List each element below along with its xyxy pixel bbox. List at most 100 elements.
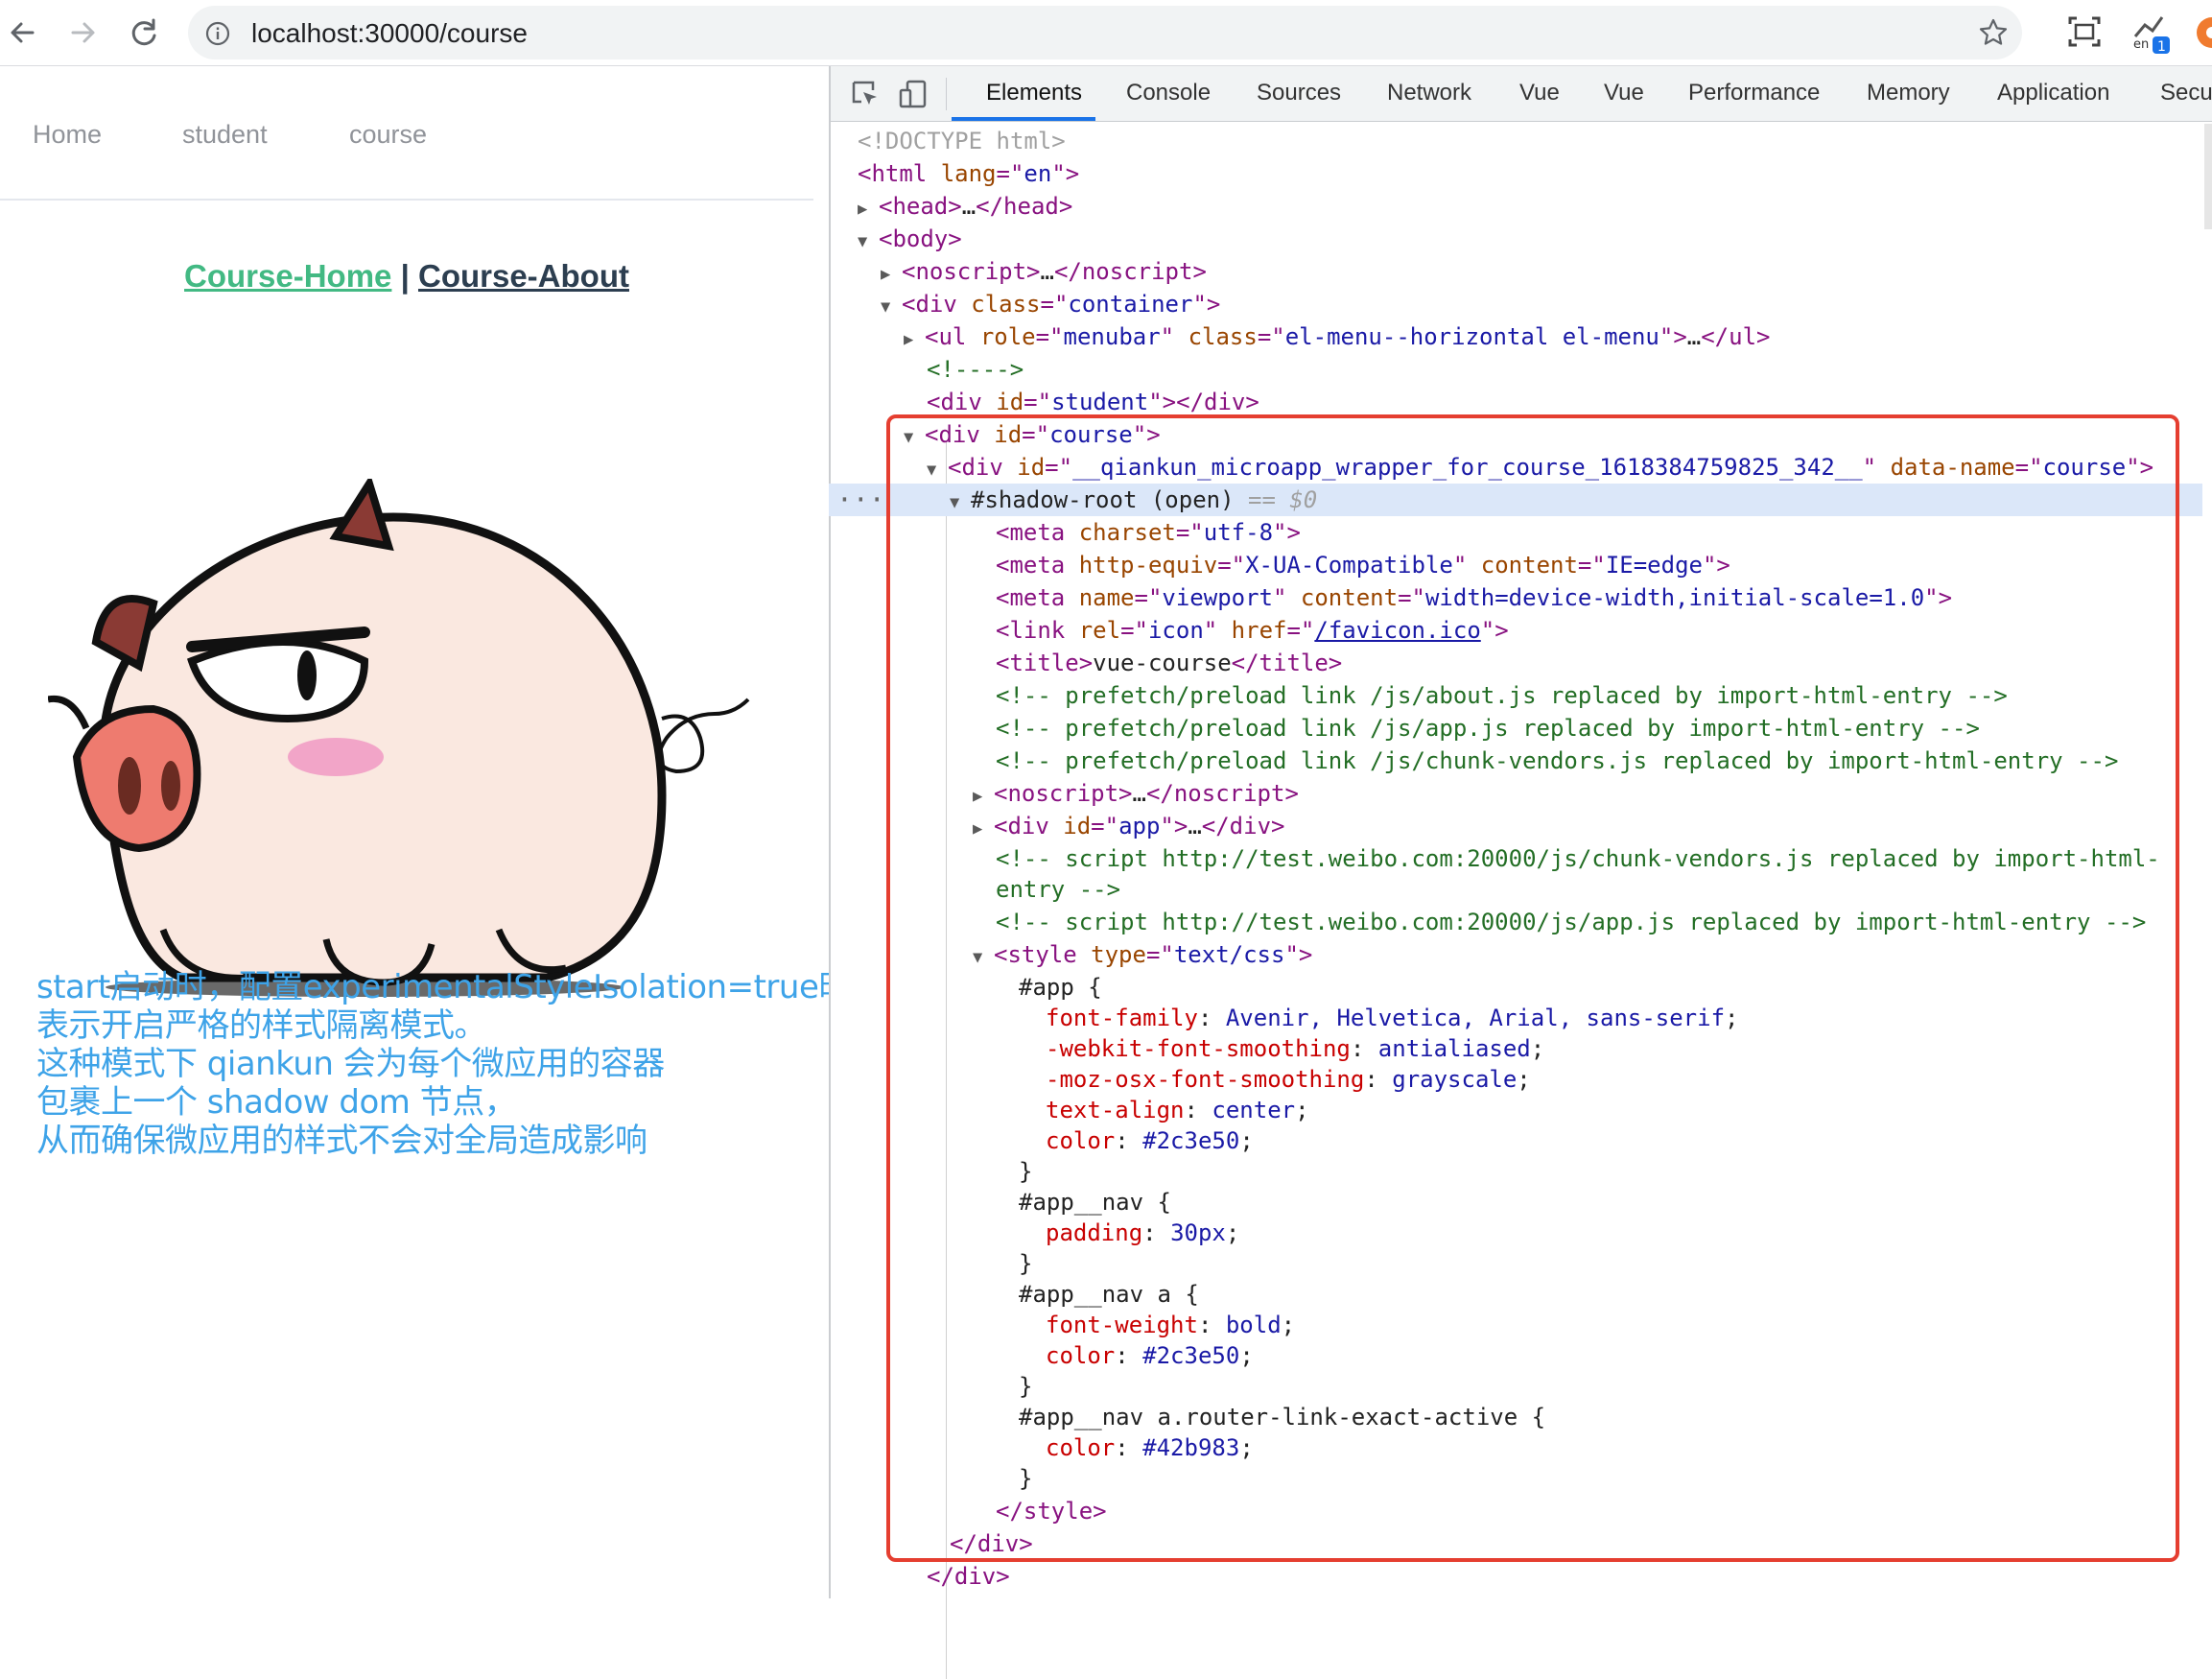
tab-elements[interactable]: Elements <box>986 80 1082 106</box>
meta-http-equiv-node[interactable]: <meta http-equiv="X-UA-Compatible" conte… <box>996 549 1730 581</box>
tab-vue-2[interactable]: Vue <box>1604 80 1644 106</box>
css-rule-app-nav: #app__nav { <box>1019 1189 1171 1216</box>
svg-text:1: 1 <box>2157 39 2166 55</box>
note-line-2: 表示开启严格的样式隔离模式。 <box>36 1006 487 1045</box>
shadow-noscript-node[interactable]: ▶ <noscript>…</noscript> <box>973 777 1299 810</box>
link-icon-node[interactable]: <link rel="icon" href="/favicon.ico"> <box>996 614 1509 647</box>
css-rule-app: #app { <box>1019 974 1102 1001</box>
site-info-icon[interactable] <box>205 21 230 51</box>
comment-app-prefetch[interactable]: <!-- prefetch/preload link /js/app.js re… <box>996 712 1980 745</box>
meta-charset-node[interactable]: <meta charset="utf-8"> <box>996 516 1301 549</box>
top-menubar: Home student course <box>0 66 813 201</box>
head-node[interactable]: ▶ <head>…</head> <box>858 190 1072 223</box>
collapsed-arrow-icon[interactable]: ▶ <box>973 813 994 845</box>
elements-scrollbar[interactable] <box>2204 124 2212 229</box>
forward-icon[interactable] <box>63 13 102 52</box>
css-decl: color: #2c3e50; <box>1046 1127 1254 1154</box>
toolbar-divider <box>946 78 947 110</box>
empty-comment-node[interactable]: <!----> <box>927 353 1024 386</box>
course-home-link[interactable]: Course-Home <box>184 258 391 294</box>
container-div-node[interactable]: ▼ <div class="container"> <box>881 288 1220 320</box>
shadow-root-node[interactable]: ··· ▼ #shadow-root (open) == $0 <box>829 484 2202 516</box>
bookmark-star-icon[interactable] <box>1978 17 2009 53</box>
expanded-arrow-icon[interactable]: ▼ <box>881 291 902 323</box>
app-div-node[interactable]: ▶ <div id="app">…</div> <box>973 810 1284 842</box>
tab-security[interactable]: Secu <box>2160 80 2212 106</box>
note-line-5: 从而确保微应用的样式不会对全局造成影响 <box>36 1122 647 1160</box>
css-decl: font-family: Avenir, Helvetica, Arial, s… <box>1046 1005 1739 1031</box>
css-rule-active-link: #app__nav a.router-link-exact-active { <box>1019 1404 1546 1431</box>
tab-performance[interactable]: Performance <box>1688 80 1820 106</box>
inspect-element-icon[interactable] <box>850 79 881 114</box>
tab-application[interactable]: Application <box>1997 80 2109 106</box>
tree-guide-line <box>946 441 947 1679</box>
menu-item-course[interactable]: course <box>349 120 427 150</box>
ul-menubar-node[interactable]: ▶ <ul role="menubar" class="el-menu--hori… <box>904 320 1770 353</box>
tab-sources[interactable]: Sources <box>1257 80 1341 106</box>
menu-item-home[interactable]: Home <box>33 120 102 150</box>
note-line-1: start启动时，配置experimentalStyleIsolation=tr… <box>36 968 883 1006</box>
expanded-arrow-icon[interactable]: ▼ <box>904 421 925 454</box>
active-tab-indicator <box>952 117 1095 121</box>
comment-vendors-prefetch[interactable]: <!-- prefetch/preload link /js/chunk-ven… <box>996 745 2118 777</box>
explanation-note: start启动时，配置experimentalStyleIsolation=tr… <box>36 968 883 1160</box>
url-text[interactable]: localhost:30000/course <box>251 18 528 49</box>
wrapper-close-node[interactable]: </div> <box>950 1527 1033 1560</box>
language-extension-icon[interactable]: en 1 <box>2130 13 2172 60</box>
css-decl: text-align: center; <box>1046 1097 1309 1123</box>
css-decl: color: #42b983; <box>1046 1434 1254 1461</box>
tab-memory[interactable]: Memory <box>1867 80 1950 106</box>
course-nav: Course-Home | Course-About <box>0 258 813 295</box>
tab-network[interactable]: Network <box>1387 80 1471 106</box>
browser-toolbar: localhost:30000/course en 1 <box>0 0 2212 66</box>
expanded-arrow-icon[interactable]: ▼ <box>973 941 994 974</box>
comment-vendors-script-cont: entry --> <box>996 876 1121 903</box>
screenshot-extension-icon[interactable] <box>2066 13 2103 55</box>
more-options-icon[interactable]: ··· <box>836 484 885 516</box>
reload-icon[interactable] <box>125 13 163 52</box>
noscript-node[interactable]: ▶ <noscript>…</noscript> <box>881 255 1207 288</box>
profile-extension-icon[interactable] <box>2193 15 2212 55</box>
comment-about-prefetch[interactable]: <!-- prefetch/preload link /js/about.js … <box>996 679 2008 712</box>
note-line-3: 这种模式下 qiankun 会为每个微应用的容器 <box>36 1045 665 1083</box>
css-close-brace: } <box>1019 1465 1033 1492</box>
css-decl: padding: 30px; <box>1046 1219 1240 1246</box>
title-node[interactable]: <title>vue-course</title> <box>996 647 1342 679</box>
style-node[interactable]: ▼ <style type="text/css"> <box>973 938 1312 971</box>
css-decl: font-weight: bold; <box>1046 1312 1296 1338</box>
css-rule-app-nav-a: #app__nav a { <box>1019 1281 1199 1308</box>
css-close-brace: } <box>1019 1250 1033 1277</box>
meta-viewport-node[interactable]: <meta name="viewport" content="width=dev… <box>996 581 1952 614</box>
collapsed-arrow-icon[interactable]: ▶ <box>904 323 925 356</box>
collapsed-arrow-icon[interactable]: ▶ <box>858 193 879 225</box>
expanded-arrow-icon[interactable]: ▼ <box>927 454 948 486</box>
course-page: Home student course Course-Home | Course… <box>0 66 883 1598</box>
course-about-link[interactable]: Course-About <box>418 258 629 294</box>
css-decl: -moz-osx-font-smoothing: grayscale; <box>1046 1066 1531 1093</box>
favicon-link[interactable]: /favicon.ico <box>1314 617 1480 644</box>
pig-image <box>47 474 777 1002</box>
style-close-node[interactable]: </style> <box>996 1495 1107 1527</box>
menu-item-student[interactable]: student <box>182 120 268 150</box>
comment-app-script[interactable]: <!-- script http://test.weibo.com:20000/… <box>996 906 2146 938</box>
html-node[interactable]: <html lang="en"> <box>858 157 1079 190</box>
collapsed-arrow-icon[interactable]: ▶ <box>881 258 902 291</box>
doctype-node[interactable]: <!DOCTYPE html> <box>858 125 1066 157</box>
nav-separator: | <box>400 258 410 294</box>
tab-console[interactable]: Console <box>1126 80 1211 106</box>
expanded-arrow-icon[interactable]: ▼ <box>950 486 971 519</box>
note-line-4: 包裹上一个 shadow dom 节点， <box>36 1083 517 1122</box>
device-toolbar-icon[interactable] <box>898 79 929 114</box>
tab-vue-1[interactable]: Vue <box>1519 80 1560 106</box>
body-node[interactable]: ▼ <body> <box>858 223 962 255</box>
collapsed-arrow-icon[interactable]: ▶ <box>973 780 994 813</box>
back-icon[interactable] <box>4 13 42 52</box>
course-div-node[interactable]: ▼ <div id="course"> <box>904 418 1161 451</box>
qiankun-wrapper-node[interactable]: ▼ <div id="__qiankun_microapp_wrapper_for… <box>927 451 2153 484</box>
course-close-node[interactable]: </div> <box>927 1560 1010 1593</box>
comment-vendors-script[interactable]: <!-- script http://test.weibo.com:20000/… <box>996 842 2160 875</box>
css-close-brace: } <box>1019 1158 1033 1185</box>
student-div-node[interactable]: <div id="student"></div> <box>927 386 1259 418</box>
address-bar[interactable]: localhost:30000/course <box>188 6 2022 59</box>
expanded-arrow-icon[interactable]: ▼ <box>858 225 879 258</box>
